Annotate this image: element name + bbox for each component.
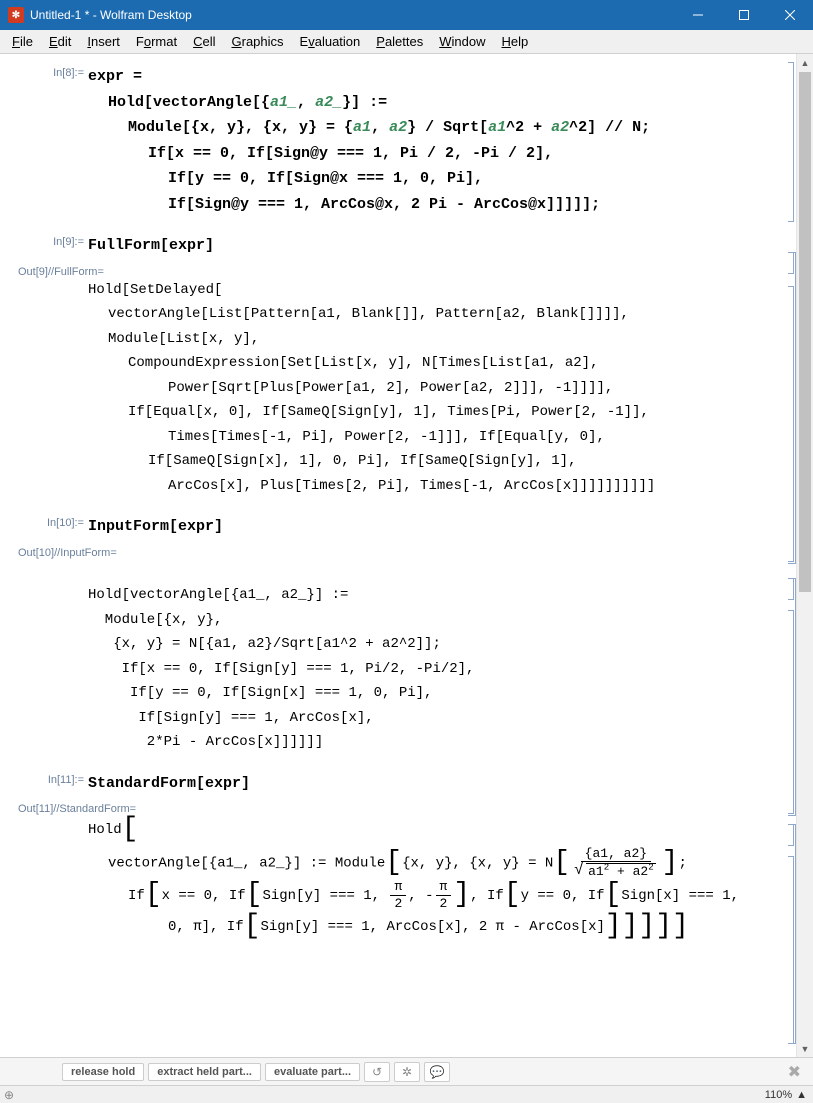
input-cell-8[interactable]: In[8]:= expr = Hold[vectorAngle[{a1_, a2… xyxy=(4,64,795,217)
out-line: vectorAngle[List[Pattern[a1, Blank[]], P… xyxy=(88,302,655,327)
code-line: expr = xyxy=(88,64,650,90)
cell-label: In[9]:= xyxy=(4,233,88,259)
code-line: If[Sign@y === 1, ArcCos@x, 2 Pi - ArcCos… xyxy=(88,192,650,218)
out-line: If[x == 0, If[Sign[y] === 1, Pi/2, -Pi/2… xyxy=(88,661,483,677)
menu-palettes[interactable]: Palettes xyxy=(368,32,431,51)
out-line: ArcCos[x], Plus[Times[2, Pi], Times[-1, … xyxy=(88,474,655,499)
out-line: If[SameQ[Sign[x], 1], 0, Pi], If[SameQ[S… xyxy=(88,449,655,474)
out-line: Hold[ xyxy=(88,815,739,846)
notebook-area[interactable]: In[8]:= expr = Hold[vectorAngle[{a1_, a2… xyxy=(0,54,813,1057)
out-line: If[Equal[x, 0], If[SameQ[Sign[y], 1], Ti… xyxy=(88,400,655,425)
out-line: Hold[SetDelayed[ xyxy=(88,278,655,303)
out-line: Module[List[x, y], xyxy=(88,327,655,352)
zoom-up-icon[interactable]: ▲ xyxy=(796,1089,807,1101)
window-title: Untitled-1 * - Wolfram Desktop xyxy=(30,8,675,22)
out-line: 0, π], If[Sign[y] === 1, ArcCos[x], 2 π … xyxy=(88,912,739,943)
status-bar: ⊕ 110% ▲ xyxy=(0,1085,813,1103)
cell-label: In[11]:= xyxy=(4,771,88,797)
scroll-up-icon[interactable]: ▲ xyxy=(797,54,813,71)
close-button[interactable] xyxy=(767,0,813,30)
code-line: If[y == 0, If[Sign@x === 1, 0, Pi], xyxy=(88,166,650,192)
cell-label: In[10]:= xyxy=(4,514,88,540)
out-line: Power[Sqrt[Plus[Power[a1, 2], Power[a2, … xyxy=(88,376,655,401)
extract-held-part-button[interactable]: extract held part... xyxy=(148,1063,261,1081)
out-line: vectorAngle[{a1_, a2_}] := Module[{x, y}… xyxy=(88,846,739,880)
comment-icon[interactable]: 💬 xyxy=(424,1062,450,1082)
out-line: Times[Times[-1, Pi], Power[2, -1]]], If[… xyxy=(88,425,655,450)
cell-label: Out[11]//StandardForm= xyxy=(4,800,164,815)
cell-label: In[8]:= xyxy=(4,64,88,217)
cell-label: Out[10]//InputForm= xyxy=(4,544,134,559)
out-line: If[Sign[y] === 1, ArcCos[x], xyxy=(88,710,382,726)
evaluate-part-button[interactable]: evaluate part... xyxy=(265,1063,360,1081)
menu-insert[interactable]: Insert xyxy=(79,32,128,51)
out-line: {x, y} = N[{a1, a2}/Sqrt[a1^2 + a2^2]]; xyxy=(88,636,449,652)
refresh-icon[interactable]: ↺ xyxy=(364,1062,390,1082)
cell-bracket-gutter[interactable] xyxy=(784,54,796,1057)
close-suggestions-icon[interactable]: ✖ xyxy=(784,1062,805,1082)
minimize-button[interactable] xyxy=(675,0,721,30)
out-line: If[y == 0, If[Sign[x] === 1, 0, Pi], xyxy=(88,685,441,701)
gear-icon[interactable]: ✲ xyxy=(394,1062,420,1082)
add-tab-icon[interactable]: ⊕ xyxy=(4,1088,14,1102)
menubar: File Edit Insert Format Cell Graphics Ev… xyxy=(0,30,813,54)
menu-format[interactable]: Format xyxy=(128,32,185,51)
menu-help[interactable]: Help xyxy=(494,32,537,51)
app-icon: ✻ xyxy=(8,7,24,23)
suggestion-bar: release hold extract held part... evalua… xyxy=(0,1057,813,1085)
vertical-scrollbar[interactable]: ▲ ▼ xyxy=(796,54,813,1057)
scrollbar-thumb[interactable] xyxy=(799,72,811,592)
release-hold-button[interactable]: release hold xyxy=(62,1063,144,1081)
out-line: If[x == 0, If[Sign[y] === 1, π2, -π2], I… xyxy=(88,879,739,912)
menu-file[interactable]: File xyxy=(4,32,41,51)
code-line: Module[{x, y}, {x, y} = {a1, a2} / Sqrt[… xyxy=(88,115,650,141)
input-cell-11[interactable]: In[11]:= StandardForm[expr] xyxy=(4,771,795,797)
window-titlebar: ✻ Untitled-1 * - Wolfram Desktop xyxy=(0,0,813,30)
input-cell-10[interactable]: In[10]:= InputForm[expr] xyxy=(4,514,795,540)
menu-edit[interactable]: Edit xyxy=(41,32,79,51)
out-line: Hold[vectorAngle[{a1_, a2_}] := xyxy=(88,587,357,603)
output-cell-10[interactable]: Out[10]//InputForm= xyxy=(4,544,795,559)
out-line: Module[{x, y}, xyxy=(88,612,231,628)
scroll-down-icon[interactable]: ▼ xyxy=(797,1040,813,1057)
code-line: StandardForm[expr] xyxy=(88,771,250,797)
menu-window[interactable]: Window xyxy=(431,32,493,51)
out-line: CompoundExpression[Set[List[x, y], N[Tim… xyxy=(88,351,655,376)
out-line: 2*Pi - ArcCos[x]]]]]] xyxy=(88,734,323,750)
code-line: InputForm[expr] xyxy=(88,514,223,540)
cell-label: Out[9]//FullForm= xyxy=(4,263,124,278)
zoom-level[interactable]: 110% xyxy=(765,1089,792,1101)
maximize-button[interactable] xyxy=(721,0,767,30)
output-cell-9[interactable]: Out[9]//FullForm= xyxy=(4,263,795,278)
code-line: FullForm[expr] xyxy=(88,233,214,259)
menu-cell[interactable]: Cell xyxy=(185,32,223,51)
code-line: Hold[vectorAngle[{a1_, a2_}] := xyxy=(88,90,650,116)
menu-evaluation[interactable]: Evaluation xyxy=(292,32,369,51)
menu-graphics[interactable]: Graphics xyxy=(224,32,292,51)
code-line: If[x == 0, If[Sign@y === 1, Pi / 2, -Pi … xyxy=(88,141,650,167)
input-cell-9[interactable]: In[9]:= FullForm[expr] xyxy=(4,233,795,259)
